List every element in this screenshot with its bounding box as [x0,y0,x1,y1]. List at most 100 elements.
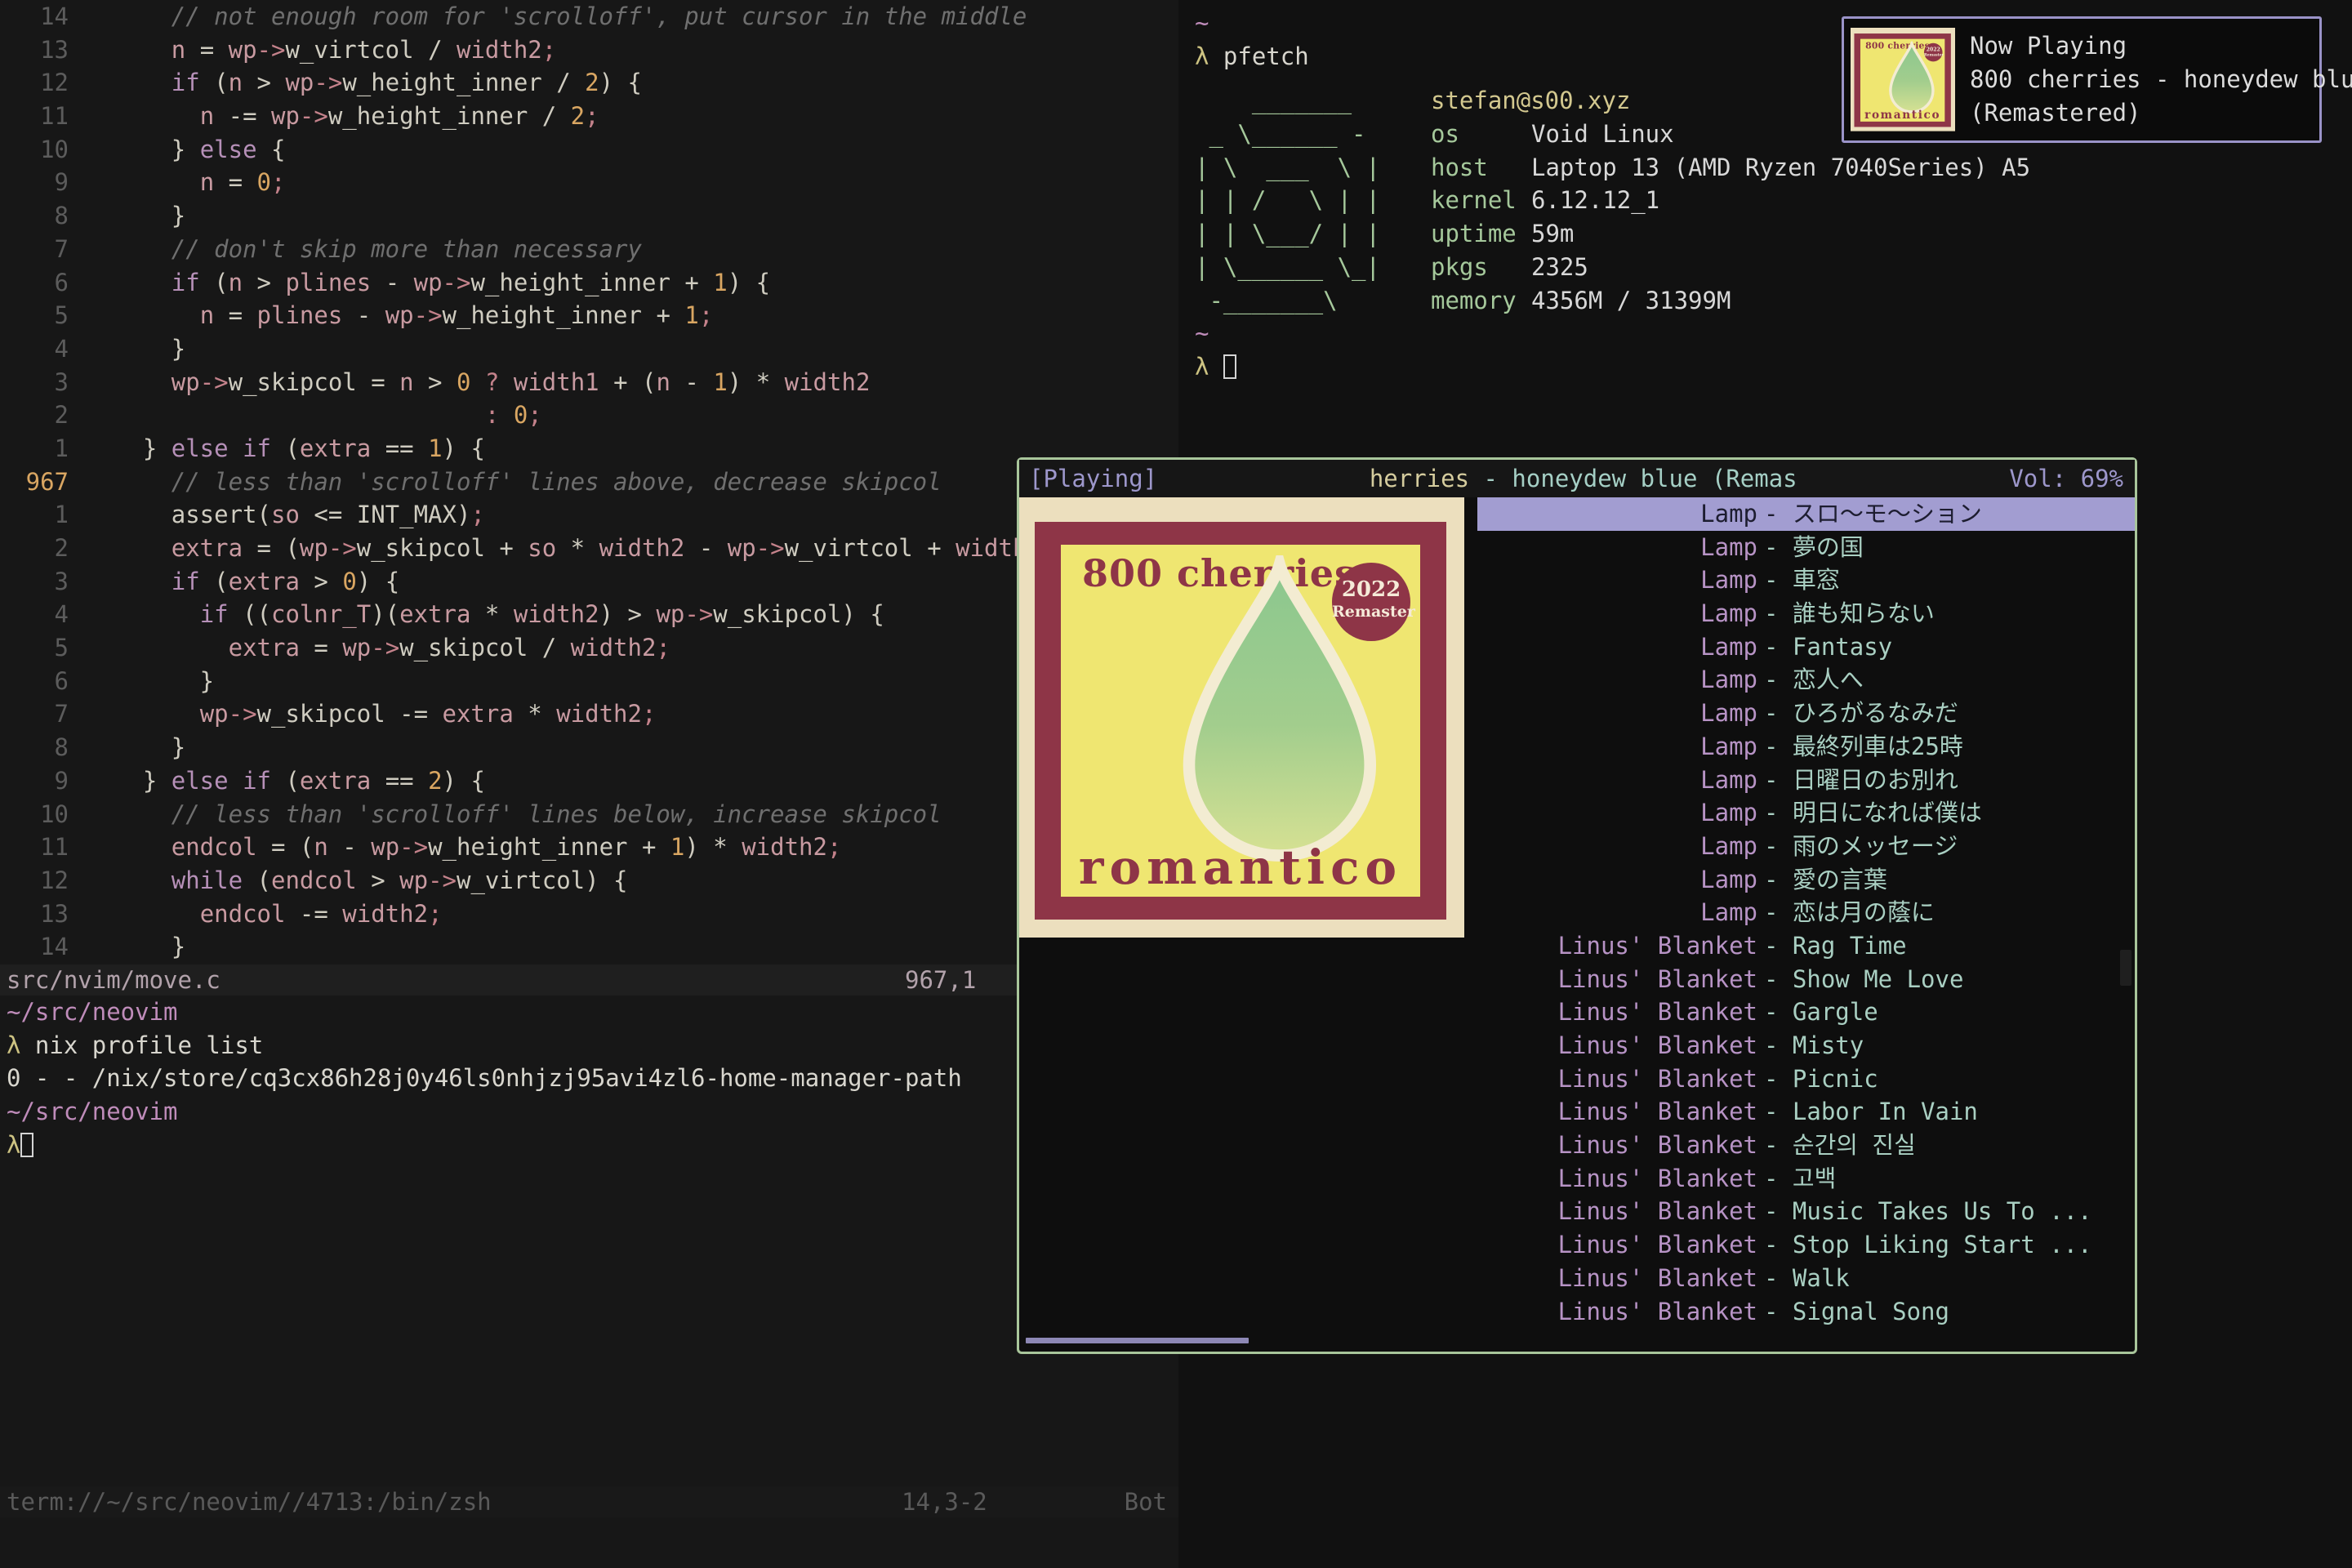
line-number: 2 [0,532,69,565]
code-line[interactable]: 12 while (endcol > wp->w_virtcol) { [0,864,1178,898]
track-title: - Gargle [1764,996,2135,1029]
playlist-row[interactable]: Linus' Blanket- 고백 [1019,1162,2135,1196]
code-line[interactable]: 3 if (extra > 0) { [0,565,1178,599]
line-number: 4 [0,332,69,366]
nvim-statusline: src/nvim/move.c 967,1 [0,964,1178,996]
remaster-badge: 2022Remaster [1332,563,1410,641]
line-number: 9 [0,166,69,199]
track-title: - 고백 [1764,1162,2135,1196]
cursor [1223,354,1236,379]
code-line[interactable]: 4 if ((colnr_T)(extra * width2) > wp->w_… [0,598,1178,631]
code-line[interactable]: 13 endcol -= width2; [0,898,1178,931]
code-line[interactable]: 11 n -= wp->w_height_inner / 2; [0,100,1178,133]
code-line[interactable]: 3 wp->w_skipcol = n > 0 ? width1 + (n - … [0,366,1178,399]
text-line: ~/src/neovim [7,996,1166,1029]
music-player-window[interactable]: [Playing] herries - honeydew blue (Remas… [1017,457,2137,1354]
code-line[interactable]: 4 } [0,332,1178,366]
playlist-row[interactable]: Linus' Blanket- Labor In Vain [1019,1095,2135,1129]
code-line[interactable]: 9 } else if (extra == 2) { [0,764,1178,798]
line-number: 10 [0,133,69,167]
code-line[interactable]: 8 } [0,199,1178,233]
playlist-row[interactable]: Linus' Blanket- Stop Liking Start ... [1019,1228,2135,1262]
line-number: 11 [0,100,69,133]
track-title: - 恋人へ [1764,663,2135,697]
code-line[interactable]: 5 extra = wp->w_skipcol / width2; [0,631,1178,665]
fetch-row-host: hostLaptop 13 (AMD Ryzen 7040Series) A5 [1431,151,2030,185]
playlist-row[interactable]: Linus' Blanket- Walk [1019,1262,2135,1295]
code-line[interactable]: 7 // don't skip more than necessary [0,233,1178,266]
playlist-row[interactable]: Linus' Blanket- 순간의 진실 [1019,1129,2135,1162]
track-title: - 明日になれば僕は [1764,796,2135,830]
code-line[interactable]: 11 endcol = (n - wp->w_height_inner + 1)… [0,831,1178,864]
album-cover-frame: 800 cherries2022Remasterromantico [1035,522,1446,920]
code-line[interactable]: 1 assert(so <= INT_MAX); [0,498,1178,532]
line-number: 3 [0,565,69,599]
terminal-buffer[interactable]: ~/src/neovimλ nix profile list0 - - /nix… [7,996,1166,1161]
track-title: - スロ〜モ〜ション [1764,497,2135,531]
code-line[interactable]: 8 } [0,731,1178,764]
track-title: - 最終列車は25時 [1764,730,2135,764]
track-title: - Walk [1764,1262,2135,1295]
album-cover: 800 cherries2022Remasterromantico [1851,28,1955,131]
track-artist: Linus' Blanket [1019,1129,1757,1162]
track-artist: Linus' Blanket [1019,1295,1757,1329]
code-line[interactable]: 2 : 0; [0,399,1178,432]
line-number: 8 [0,731,69,764]
track-title: - Rag Time [1764,929,2135,963]
album-title-text: romantico [1061,840,1420,895]
fetch-row-pkgs: pkgs2325 [1431,251,2030,284]
nvim-pane[interactable]: 14 // not enough room for 'scrolloff', p… [0,0,1178,1568]
fetch-row-uptime: uptime59m [1431,217,2030,251]
code-line[interactable]: 1 } else if (extra == 1) { [0,432,1178,466]
playlist-row[interactable]: Linus' Blanket- Show Me Love [1019,963,2135,996]
playlist-row[interactable]: Linus' Blanket- Gargle [1019,996,2135,1029]
album-cover-face: 800 cherries2022Remasterromantico [1860,39,1944,122]
playlist-row[interactable]: Linus' Blanket- Music Takes Us To ... [1019,1195,2135,1228]
track-title: - 誰も知らない [1764,597,2135,630]
progress-bar[interactable] [1026,1338,1249,1343]
code-line[interactable]: 967 // less than 'scrolloff' lines above… [0,466,1178,499]
volume-indicator: Vol: 69% [2009,460,2135,497]
shell-prompt[interactable]: ~λ [1195,317,2352,383]
code-line[interactable]: 14 } [0,930,1178,964]
code-line[interactable]: 14 // not enough room for 'scrolloff', p… [0,0,1178,33]
line-number: 7 [0,233,69,266]
playlist-row[interactable]: Linus' Blanket- Signal Song [1019,1295,2135,1329]
code-line[interactable]: 13 n = wp->w_virtcol / width2; [0,33,1178,67]
line-number: 6 [0,266,69,300]
track-title: - 日曜日のお別れ [1764,764,2135,797]
track-title: - 雨のメッセージ [1764,830,2135,863]
terminal-buffer-name: term://~/src/neovim//4713:/bin/zsh [7,1486,492,1517]
code-line[interactable]: 5 n = plines - wp->w_height_inner + 1; [0,299,1178,332]
code-line[interactable]: 9 n = 0; [0,166,1178,199]
remaster-badge: 2022Remaster [1924,43,1943,62]
line-number: 9 [0,764,69,798]
code-line[interactable]: 10 } else { [0,133,1178,167]
title-artist: herries [1370,465,1484,492]
track-artist: Linus' Blanket [1019,996,1757,1029]
line-number: 6 [0,665,69,698]
code-line[interactable]: 7 wp->w_skipcol -= extra * width2; [0,697,1178,731]
track-title: - Picnic [1764,1062,2135,1096]
track-artist: Linus' Blanket [1019,1095,1757,1129]
code-line[interactable]: 6 } [0,665,1178,698]
code-line[interactable]: 10 // less than 'scrolloff' lines below,… [0,798,1178,831]
statusline-ruler: 967,1 [905,964,976,996]
line-number: 967 [0,466,69,499]
playlist-row[interactable]: Linus' Blanket- Misty [1019,1029,2135,1062]
track-title: - Fantasy [1764,630,2135,664]
playlist-row[interactable]: Linus' Blanket- Picnic [1019,1062,2135,1096]
cursor [20,1133,33,1157]
album-cover: 800 cherries2022Remasterromantico [1019,497,1464,938]
now-playing-notification[interactable]: 800 cherries2022Remasterromantico Now Pl… [1842,16,2322,143]
code-line[interactable]: 2 extra = (wp->w_skipcol + so * width2 -… [0,532,1178,565]
track-artist: Linus' Blanket [1019,963,1757,996]
track-artist: Linus' Blanket [1019,1029,1757,1062]
line-number: 12 [0,864,69,898]
track-artist: Linus' Blanket [1019,1162,1757,1196]
code-area[interactable]: 14 // not enough room for 'scrolloff', p… [0,0,1178,964]
code-line[interactable]: 6 if (n > plines - wp->w_height_inner + … [0,266,1178,300]
playlist-scrollbar[interactable] [2120,950,2132,986]
text-line: 0 - - /nix/store/cq3cx86h28j0y46ls0nhjzj… [7,1062,1166,1095]
code-line[interactable]: 12 if (n > wp->w_height_inner / 2) { [0,66,1178,100]
